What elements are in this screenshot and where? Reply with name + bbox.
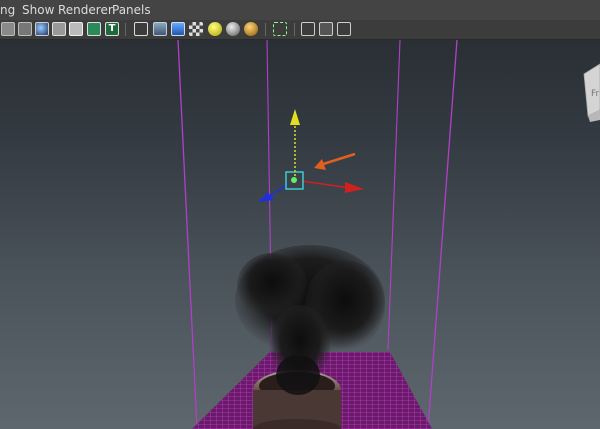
cube-wire-icon[interactable] (134, 22, 148, 36)
flat-shade-icon[interactable] (52, 22, 66, 36)
sphere-grey-icon[interactable] (226, 22, 240, 36)
menu-renderer[interactable]: Renderer (58, 3, 113, 17)
toolbar-separator (294, 23, 295, 36)
menu-show[interactable]: Show (22, 3, 54, 17)
y-axis-handle (290, 109, 300, 125)
viewport-scene: Fr (177, 40, 600, 429)
cube-shaded-icon[interactable] (153, 22, 167, 36)
toolbar-separator (125, 23, 126, 36)
sphere-gold-icon[interactable] (244, 22, 258, 36)
wireframe-on-shaded-icon[interactable] (69, 22, 83, 36)
grid-display-icon[interactable] (18, 22, 32, 36)
isolate-select-icon[interactable] (301, 22, 315, 36)
maya-viewport-window: ng Show Renderer Panels T Fr (0, 0, 600, 429)
cube-blue-icon[interactable] (171, 22, 185, 36)
wireframe-icon[interactable] (1, 22, 15, 36)
3d-viewport[interactable]: Fr (0, 40, 600, 429)
menu-panels[interactable]: Panels (112, 3, 151, 17)
xray-icon[interactable] (319, 22, 333, 36)
share-graph-icon[interactable] (337, 22, 351, 36)
checker-icon[interactable] (189, 22, 203, 36)
viewport-toolbar: T (0, 20, 600, 40)
toolbar-separator (265, 23, 266, 36)
sphere-yellow-icon[interactable] (208, 22, 222, 36)
select-cursor-icon[interactable] (273, 22, 287, 36)
viewcube-front-label: Fr (591, 89, 600, 99)
move-manipulator[interactable] (258, 109, 364, 202)
viewport-menubar: ng Show Renderer Panels (0, 0, 600, 20)
x-axis-handle (345, 182, 364, 193)
viewcube[interactable]: Fr (583, 63, 600, 122)
bounding-box-icon[interactable] (87, 22, 101, 36)
textured-icon[interactable]: T (105, 22, 119, 36)
menu-lighting[interactable]: ng (0, 3, 15, 17)
z-axis-handle (258, 192, 274, 202)
smooth-shade-icon[interactable] (35, 22, 49, 36)
